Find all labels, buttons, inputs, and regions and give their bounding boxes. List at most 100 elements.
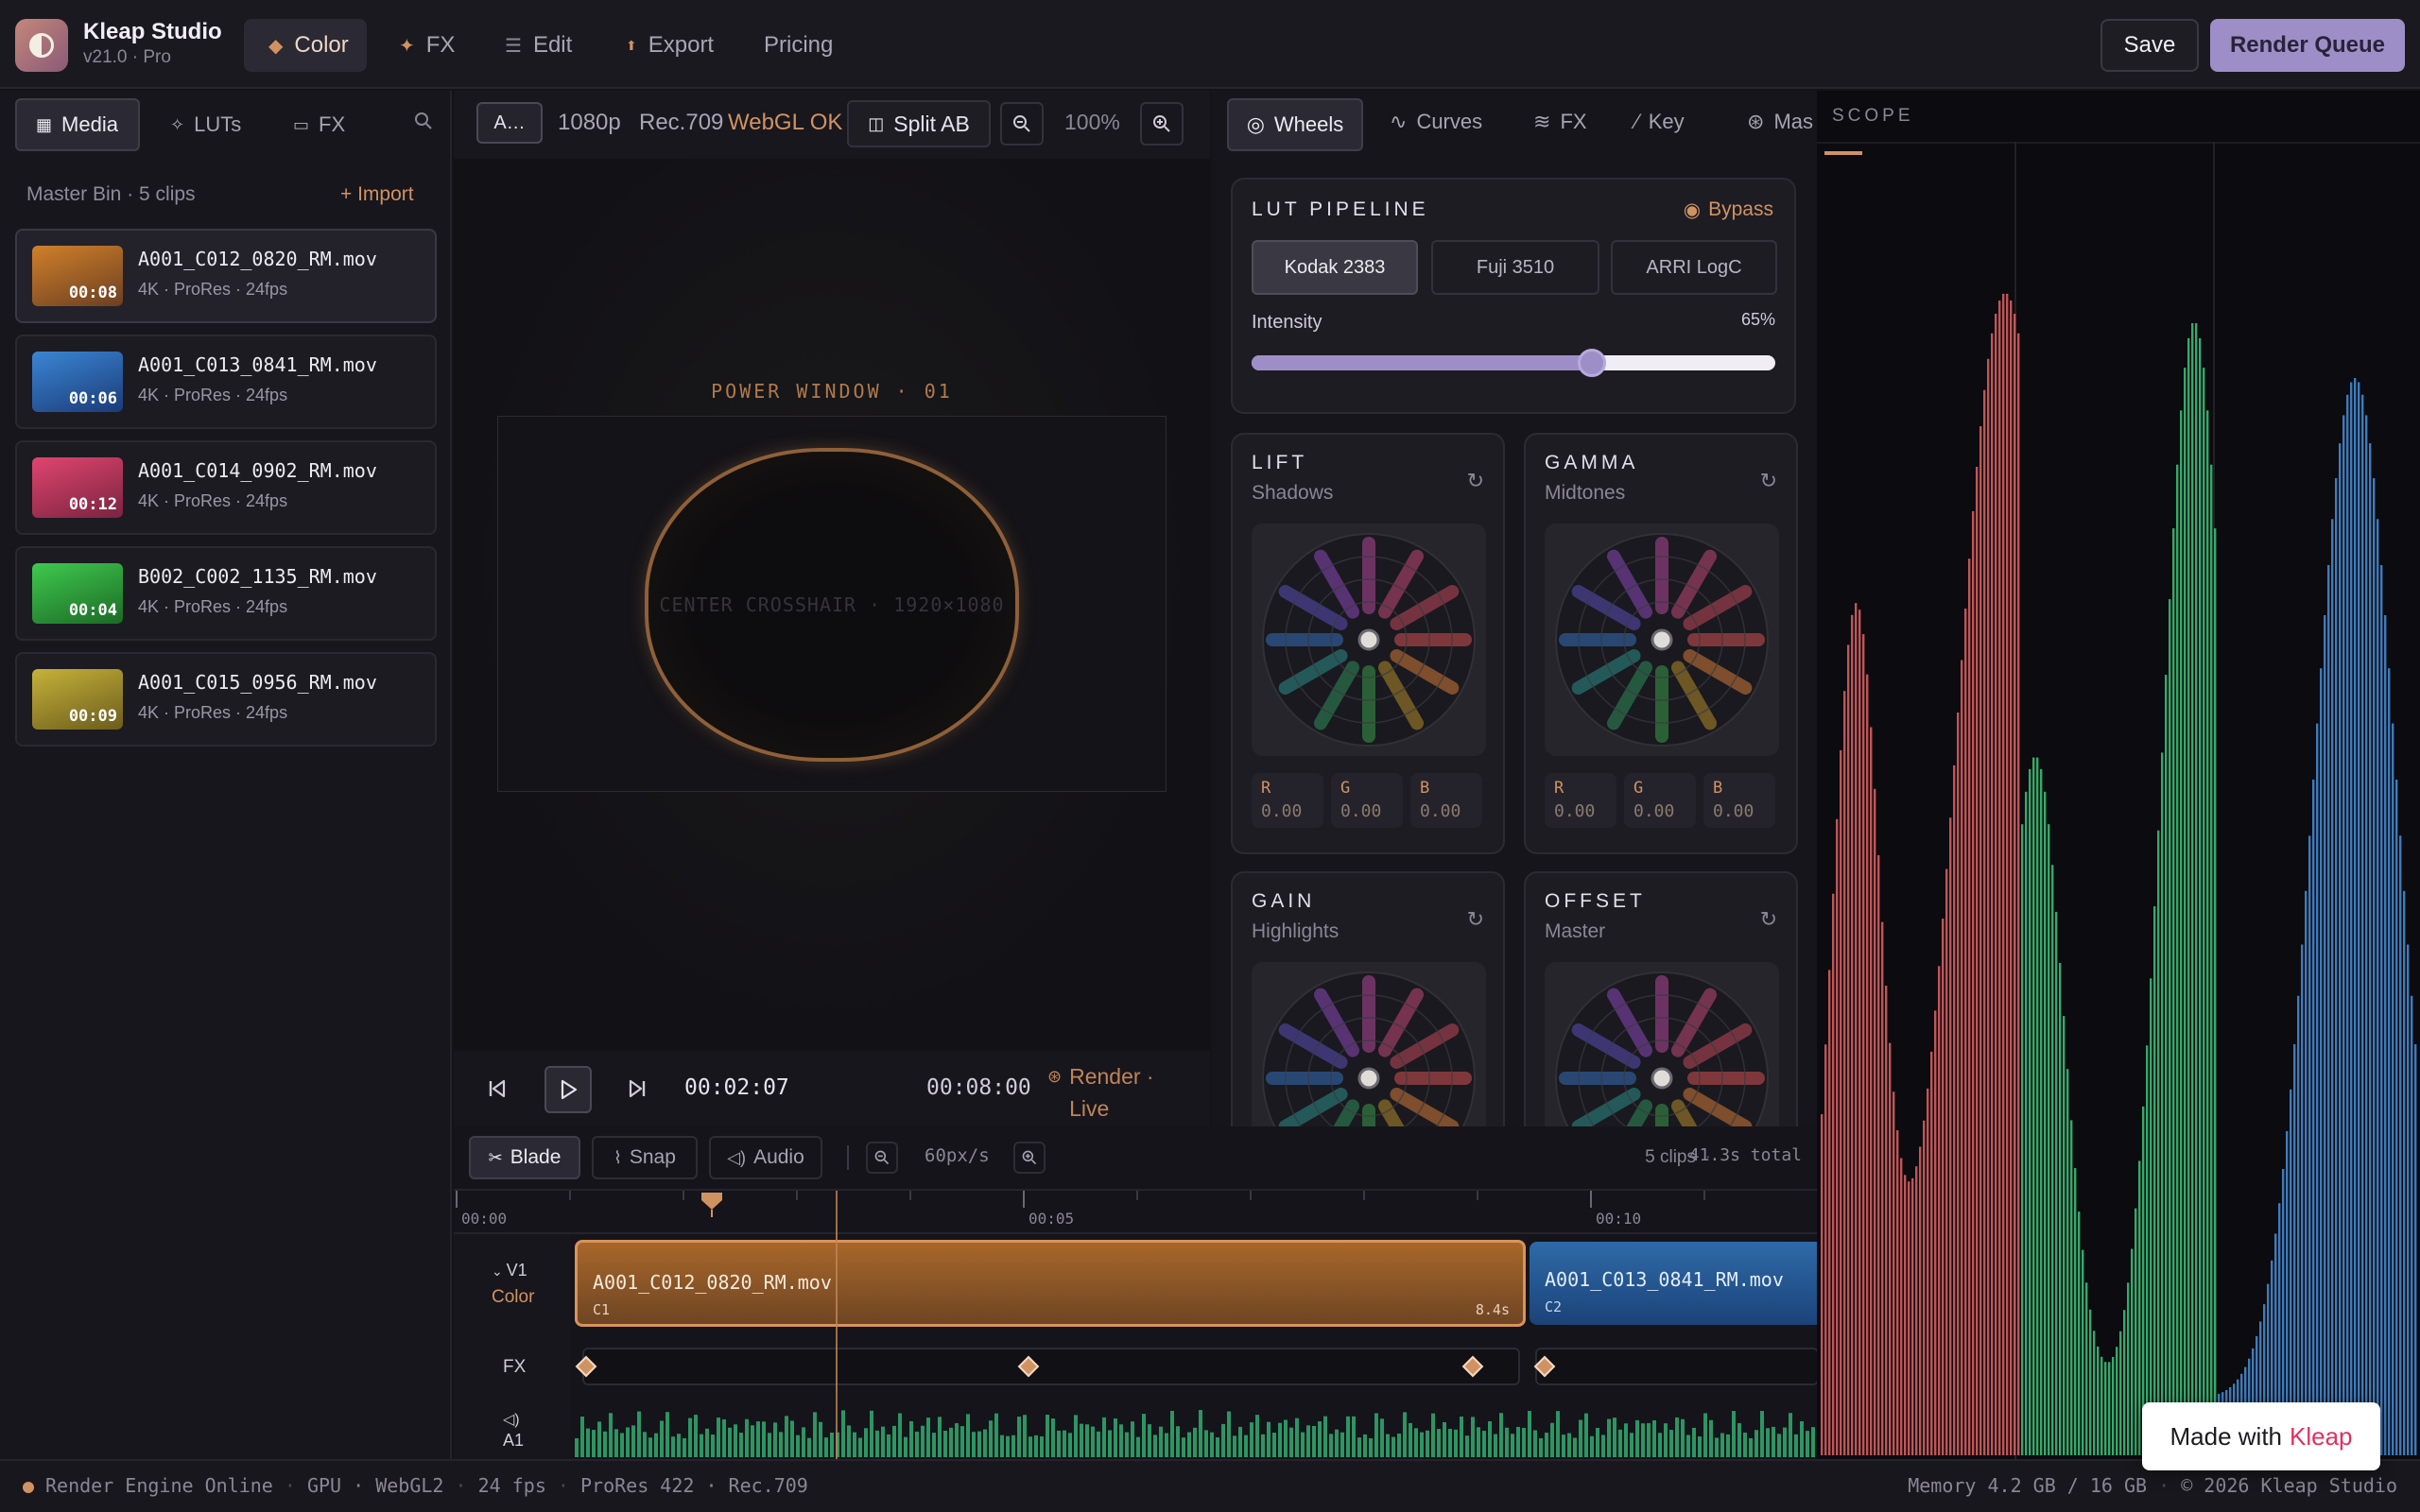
waveform-bar (1692, 1427, 1696, 1457)
rgb-field-b[interactable]: B 0.00 (1703, 773, 1775, 828)
nav-tab-color[interactable]: ◆ Color (244, 19, 367, 72)
intensity-thumb[interactable] (1578, 349, 1607, 377)
timeline-clip-c2[interactable]: A001_C013_0841_RM.mov C2 (1530, 1242, 1817, 1325)
bypass-toggle[interactable]: ◉ Bypass (1684, 198, 1773, 222)
color-wheel[interactable] (1545, 962, 1779, 1126)
media-clip[interactable]: 00:09 A001_C015_0956_RM.mov 4K · ProRes · … (15, 652, 437, 747)
reset-icon[interactable]: ↻ (1760, 469, 1777, 493)
tab-fx-grading[interactable]: ≋ FX (1533, 110, 1587, 134)
tab-key[interactable]: ⁄ Key (1635, 110, 1685, 134)
render-queue-button[interactable]: Render Queue (2210, 19, 2405, 72)
waveform-bar (1176, 1426, 1180, 1457)
timeline-clip-c1[interactable]: A001_C012_0820_RM.mov C1 8.4s (575, 1240, 1526, 1327)
reset-icon[interactable]: ↻ (1760, 907, 1777, 932)
fx-track-lane[interactable] (582, 1348, 1520, 1385)
rgb-field-r[interactable]: R 0.00 (1545, 773, 1616, 828)
clip-thumbnail: 00:06 (32, 352, 123, 412)
rgb-field-g[interactable]: G 0.00 (1624, 773, 1696, 828)
ruler-tick (1477, 1191, 1478, 1200)
histogram-bar (2108, 1362, 2111, 1455)
histogram-bar (2187, 337, 2190, 1455)
waveform-bar (1703, 1413, 1707, 1457)
play-button[interactable] (544, 1066, 592, 1113)
nav-tab-fx[interactable]: ✦ FX (374, 19, 479, 72)
snap-tool-button[interactable]: ⌇ Snap (592, 1136, 698, 1179)
blade-tool-button[interactable]: ✂ Blade (469, 1136, 580, 1179)
histogram-bar (1991, 333, 1994, 1455)
histogram-bar (2305, 890, 2308, 1455)
timeline-zoom-out-button[interactable] (866, 1142, 898, 1174)
wheel-knob[interactable] (1651, 628, 1673, 651)
histogram-bar (2399, 835, 2402, 1455)
waveform-bar (1754, 1430, 1758, 1457)
rgb-field-g[interactable]: G 0.00 (1331, 773, 1403, 828)
waveform-bar (700, 1434, 703, 1457)
wheel-knob[interactable] (1357, 1067, 1380, 1090)
color-wheel[interactable] (1252, 524, 1486, 756)
zoom-in-button[interactable] (1140, 102, 1184, 146)
import-button[interactable]: + Import (340, 183, 414, 206)
waveform-bar (1272, 1433, 1276, 1457)
lut-option-kodak[interactable]: Kodak 2383 (1252, 240, 1418, 295)
tab-wheels[interactable]: ◎ Wheels (1227, 98, 1363, 151)
tab-fx[interactable]: ▭ FX (274, 98, 364, 151)
tab-mask[interactable]: ⊛ Mas (1747, 110, 1813, 134)
timeline-zoom-in-button[interactable] (1013, 1142, 1046, 1174)
clip-selector[interactable]: A… (476, 102, 543, 144)
media-clip[interactable]: 00:12 A001_C014_0902_RM.mov 4K · ProRes · … (15, 440, 437, 535)
made-with-badge[interactable]: Made with Kleap (2142, 1402, 2380, 1470)
histogram-bar (2195, 323, 2198, 1455)
wheel-knob[interactable] (1651, 1067, 1673, 1090)
playhead[interactable] (836, 1191, 838, 1459)
color-wheel[interactable] (1545, 524, 1779, 756)
waveform-bar (790, 1420, 794, 1457)
rgb-field-r[interactable]: R 0.00 (1252, 773, 1323, 828)
waveform-bar (1312, 1425, 1316, 1457)
media-clip[interactable]: 00:06 A001_C013_0841_RM.mov 4K · ProRes · … (15, 335, 437, 429)
waveform-bar (1579, 1419, 1582, 1457)
lut-option-arri[interactable]: ARRI LogC (1611, 240, 1777, 295)
zoom-out-button[interactable] (1000, 102, 1044, 146)
waveform-bar (1091, 1426, 1095, 1457)
rgb-field-b[interactable]: B 0.00 (1410, 773, 1482, 828)
reset-icon[interactable]: ↻ (1467, 469, 1484, 493)
skip-forward-button[interactable] (620, 1072, 654, 1106)
media-clip[interactable]: 00:04 B002_C002_1135_RM.mov 4K · ProRes · … (15, 546, 437, 641)
wheel-knob[interactable] (1357, 628, 1380, 651)
tab-luts[interactable]: ✧ LUTs (151, 98, 260, 151)
nav-tab-edit[interactable]: ☰ Edit (480, 19, 596, 72)
waveform-bar (1102, 1417, 1106, 1457)
playhead-handle[interactable] (698, 1189, 726, 1217)
histogram-bar (1904, 1175, 1907, 1455)
tab-curves[interactable]: ∿ Curves (1390, 110, 1482, 134)
waveform-bar (1346, 1416, 1350, 1457)
split-ab-button[interactable]: ◫ Split AB (847, 100, 991, 147)
skip-back-button[interactable] (480, 1072, 514, 1106)
waveform-bar (603, 1431, 607, 1457)
search-icon[interactable] (412, 110, 435, 132)
lut-option-fuji[interactable]: Fuji 3510 (1431, 240, 1599, 295)
crosshair-label: CENTER CROSSHAIR · 1920×1080 (659, 593, 1005, 616)
audio-tool-button[interactable]: ◁) Audio (709, 1136, 822, 1179)
reset-icon[interactable]: ↻ (1467, 907, 1484, 932)
color-wheel[interactable] (1252, 962, 1486, 1126)
waveform-bar (1420, 1432, 1424, 1457)
waveform-bar (597, 1421, 601, 1457)
clip-thumbnail: 00:08 (32, 246, 123, 306)
waveform-bar (830, 1432, 834, 1457)
histogram-bar (2206, 410, 2209, 1455)
nav-tab-pricing[interactable]: Pricing (739, 19, 857, 72)
save-button[interactable]: Save (2100, 19, 2199, 72)
tab-media[interactable]: ▦ Media (15, 98, 140, 151)
waveform-bar (592, 1430, 596, 1457)
histogram-bar (2029, 768, 2031, 1455)
time-ruler[interactable]: 00:00 00:05 00:10 (454, 1191, 1817, 1232)
waveform-bar (1511, 1434, 1514, 1457)
track-v1-label[interactable]: ⌄ V1 (492, 1261, 527, 1280)
media-clip[interactable]: 00:08 A001_C012_0820_RM.mov 4K · ProRes · … (15, 229, 437, 323)
fx-track-lane-2[interactable] (1535, 1348, 1817, 1385)
resolution-label: 1080p (558, 110, 621, 135)
intensity-slider[interactable] (1252, 349, 1775, 377)
waveform-bar (631, 1425, 635, 1457)
nav-tab-export[interactable]: ⬆ Export (601, 19, 738, 72)
